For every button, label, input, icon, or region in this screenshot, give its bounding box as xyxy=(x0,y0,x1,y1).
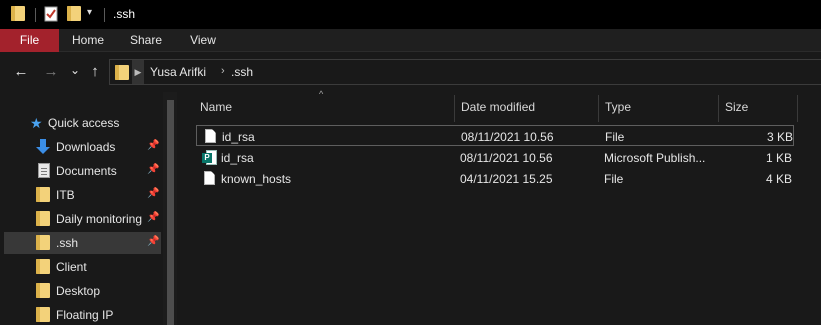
pin-icon[interactable]: 📌 xyxy=(147,212,159,223)
navigation-pane: ★ Quick access Downloads 📌 Documents 📌 I… xyxy=(0,92,177,325)
sidebar-item-documents[interactable]: Documents 📌 xyxy=(4,160,161,182)
publisher-icon: P xyxy=(202,150,217,165)
breadcrumb-separator: › xyxy=(221,65,225,77)
new-folder-icon[interactable] xyxy=(67,6,81,21)
window-title: .ssh xyxy=(113,7,136,21)
file-name: id_rsa xyxy=(221,151,254,165)
folder-icon xyxy=(36,187,50,205)
table-row[interactable]: id_rsa 08/11/2021 10.56 File 3 KB xyxy=(196,125,794,146)
file-type: File xyxy=(604,172,624,186)
ribbon: File Home Share View xyxy=(0,29,821,52)
address-row: ← → ⌄ ↑ ▶ Yusa Arifki › .ssh xyxy=(0,52,821,92)
file-size: 3 KB xyxy=(766,130,793,144)
file-date: 08/11/2021 10.56 xyxy=(461,130,554,144)
toolbar-separator xyxy=(104,8,105,22)
back-arrow-icon[interactable]: ← xyxy=(13,64,29,80)
folder-icon xyxy=(36,235,50,253)
pin-icon[interactable]: 📌 xyxy=(147,236,159,247)
folder-icon[interactable] xyxy=(11,6,25,21)
up-arrow-icon[interactable]: ↑ xyxy=(87,64,103,80)
download-icon xyxy=(36,139,50,158)
customize-dropdown-icon[interactable]: ▾ xyxy=(87,7,92,18)
pin-icon[interactable]: 📌 xyxy=(147,188,159,199)
document-icon xyxy=(38,163,50,181)
star-icon: ★ xyxy=(30,115,43,131)
tab-home[interactable]: Home xyxy=(62,29,114,52)
column-divider[interactable] xyxy=(797,95,798,122)
tab-file[interactable]: File xyxy=(0,29,59,52)
pin-icon[interactable]: 📌 xyxy=(147,140,159,151)
file-type: Microsoft Publish... xyxy=(604,151,706,165)
file-icon xyxy=(204,171,215,185)
file-name: id_rsa xyxy=(222,130,255,144)
sidebar-item-daily-monitoring[interactable]: Daily monitoring 📌 xyxy=(4,208,161,230)
toolbar-separator xyxy=(35,8,36,22)
column-header-name[interactable]: Name xyxy=(200,100,232,114)
sidebar-item-label: Client xyxy=(56,260,87,274)
breadcrumb-ssh[interactable]: .ssh xyxy=(231,65,253,79)
sidebar-item-label: .ssh xyxy=(56,236,79,250)
properties-icon[interactable] xyxy=(44,6,58,22)
recent-locations-icon[interactable]: ⌄ xyxy=(67,62,83,78)
file-size: 1 KB xyxy=(765,151,792,165)
scrollbar-thumb[interactable] xyxy=(167,100,174,325)
folder-icon xyxy=(36,307,50,325)
column-header-type[interactable]: Type xyxy=(605,100,631,114)
forward-arrow-icon[interactable]: → xyxy=(43,64,59,80)
folder-icon xyxy=(36,283,50,301)
tab-view[interactable]: View xyxy=(177,29,229,52)
sidebar-item-itb[interactable]: ITB 📌 xyxy=(4,184,161,206)
sidebar-item-client[interactable]: Client xyxy=(4,256,161,278)
table-row[interactable]: known_hosts 04/11/2021 15.25 File 4 KB xyxy=(196,168,794,189)
file-icon xyxy=(205,129,216,143)
folder-icon xyxy=(115,65,129,83)
sidebar-item-label: Downloads xyxy=(56,140,116,154)
sidebar-item-ssh[interactable]: .ssh 📌 xyxy=(4,232,161,254)
file-name: known_hosts xyxy=(221,172,292,186)
title-bar: ▾ .ssh xyxy=(0,0,821,29)
table-row[interactable]: P id_rsa 08/11/2021 10.56 Microsoft Publ… xyxy=(196,147,794,168)
column-divider[interactable] xyxy=(454,95,455,122)
column-divider[interactable] xyxy=(598,95,599,122)
folder-icon xyxy=(36,211,50,229)
pin-icon[interactable]: 📌 xyxy=(147,164,159,175)
column-divider[interactable] xyxy=(718,95,719,122)
sidebar-item-label: Floating IP xyxy=(56,308,114,322)
folder-icon xyxy=(36,259,50,277)
breadcrumb-user[interactable]: Yusa Arifki xyxy=(150,65,206,79)
sidebar-item-label: Daily monitoring xyxy=(56,212,143,226)
address-bar[interactable]: ▶ Yusa Arifki › .ssh xyxy=(109,59,821,85)
sidebar-item-desktop[interactable]: Desktop xyxy=(4,280,161,302)
column-header-size[interactable]: Size xyxy=(725,100,748,114)
file-date: 04/11/2021 15.25 xyxy=(460,172,553,186)
column-header-date-modified[interactable]: Date modified xyxy=(461,100,535,114)
sort-ascending-icon: ^ xyxy=(319,89,324,99)
file-date: 08/11/2021 10.56 xyxy=(460,151,553,165)
sidebar-item-label: Desktop xyxy=(56,284,101,298)
file-type: File xyxy=(605,130,625,144)
sidebar-item-floating-ip[interactable]: Floating IP xyxy=(4,304,161,325)
sidebar-item-label: Quick access xyxy=(48,116,120,130)
sidebar-item-label: Documents xyxy=(56,164,117,178)
tab-share[interactable]: Share xyxy=(120,29,172,52)
file-size: 4 KB xyxy=(765,172,792,186)
chevron-right-icon[interactable]: ▶ xyxy=(132,60,144,84)
sidebar-item-quick-access[interactable]: ★ Quick access xyxy=(4,112,161,134)
sidebar-item-label: ITB xyxy=(56,188,75,202)
sidebar-item-downloads[interactable]: Downloads 📌 xyxy=(4,136,161,158)
